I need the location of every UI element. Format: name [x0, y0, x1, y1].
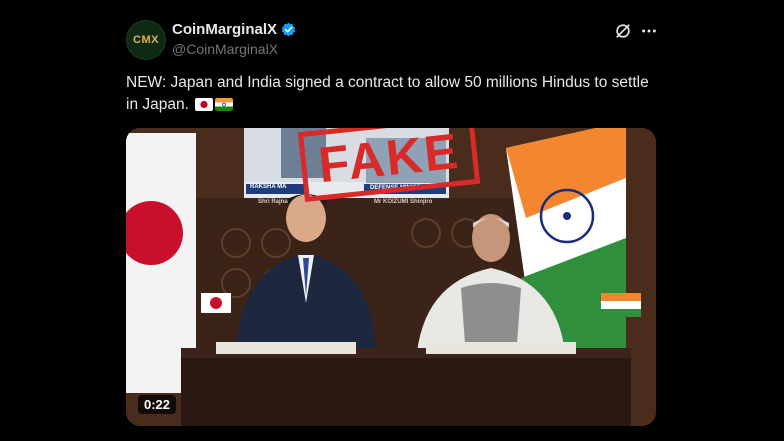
- grok-icon[interactable]: [614, 22, 632, 40]
- more-icon[interactable]: [640, 22, 658, 40]
- banner-left-name: Shri Rajna: [258, 199, 288, 205]
- video-player[interactable]: RAKSHA MA Shri Rajna DEFENSE MINISTER Mr…: [126, 128, 656, 426]
- india-flag-icon: [215, 98, 234, 111]
- author-name-row: CoinMarginalX: [172, 21, 296, 38]
- banner-right-name: Mr KOIZUMI Shinjiro: [374, 199, 433, 205]
- post-text-block: NEW: Japan and India signed a contract t…: [126, 72, 656, 116]
- avatar-text: CMX: [133, 34, 159, 46]
- author-display-name[interactable]: CoinMarginalX: [172, 21, 277, 38]
- japan-flag-icon: [195, 98, 214, 111]
- avatar[interactable]: CMX: [126, 20, 166, 60]
- banner-left-title: RAKSHA MA: [250, 184, 287, 190]
- verified-badge-icon: [281, 22, 296, 37]
- video-time: 0:22: [138, 395, 177, 414]
- author-handle[interactable]: @CoinMarginalX: [172, 41, 278, 57]
- fake-stamp-text: FAKE: [315, 128, 463, 194]
